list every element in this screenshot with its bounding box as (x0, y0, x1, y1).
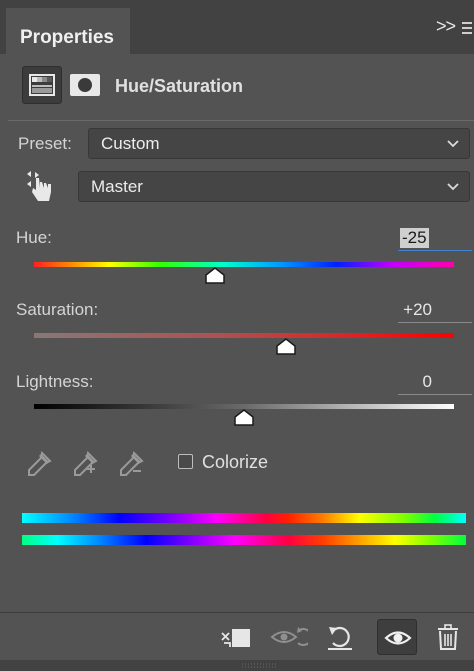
view-previous-state-button[interactable] (268, 619, 313, 655)
adjustment-title: Hue/Saturation (115, 76, 244, 96)
reset-button[interactable] (320, 619, 360, 655)
delete-icon (438, 624, 458, 650)
properties-panel: Properties >> Hue/Saturation Preset: Cus… (0, 0, 474, 671)
preset-dropdown[interactable]: Custom (88, 128, 470, 159)
lightness-slider-thumb[interactable] (233, 409, 255, 427)
panel-tab-bar: Properties >> (0, 0, 474, 54)
hue-slider-track[interactable] (34, 262, 454, 267)
saturation-value: +20 (403, 300, 432, 319)
lightness-value: 0 (422, 372, 432, 391)
collapse-panel-button[interactable]: >> (436, 16, 456, 37)
lightness-value-field[interactable]: 0 (398, 368, 472, 395)
clip-to-layer-button[interactable] (216, 619, 256, 655)
tab-properties-label: Properties (20, 27, 114, 48)
panel-footer (0, 612, 474, 660)
resize-grip-icon[interactable] (240, 663, 280, 668)
hue-value-field[interactable]: -25 (398, 224, 472, 251)
adjustment-layer-button[interactable] (22, 66, 62, 104)
lightness-label: Lightness: (16, 372, 94, 391)
header-divider (8, 120, 474, 121)
hue-saturation-icon (29, 74, 55, 96)
panel-menu-icon[interactable] (462, 22, 472, 36)
preset-label: Preset: (18, 134, 72, 153)
input-spectrum-bar (22, 513, 466, 523)
eyedropper-plus-icon[interactable] (70, 449, 100, 479)
saturation-value-field[interactable]: +20 (398, 296, 472, 323)
preset-value: Custom (101, 134, 160, 153)
saturation-slider-track[interactable] (34, 333, 454, 338)
panel-bottom-strip (0, 660, 474, 671)
layer-mask-icon (70, 74, 100, 96)
delete-button[interactable] (428, 619, 468, 655)
reset-icon (328, 626, 352, 650)
channel-value: Master (91, 177, 143, 196)
eyedropper-icon[interactable] (24, 449, 54, 479)
targeted-adjustment-hand-icon[interactable] (24, 170, 54, 204)
clip-to-layer-icon (221, 629, 250, 647)
colorize-label: Colorize (202, 452, 269, 472)
view-previous-state-icon (270, 627, 313, 646)
tab-properties[interactable]: Properties (6, 8, 130, 54)
eyedropper-minus-icon[interactable] (116, 449, 146, 479)
hue-slider-thumb[interactable] (204, 267, 226, 285)
saturation-label: Saturation: (16, 300, 99, 319)
hue-value: -25 (400, 228, 429, 248)
toggle-visibility-icon (384, 631, 412, 645)
toggle-visibility-button[interactable] (377, 619, 417, 655)
chevron-down-icon (447, 140, 459, 148)
channel-dropdown[interactable]: Master (78, 171, 470, 202)
hue-label: Hue: (16, 228, 52, 247)
colorize-checkbox[interactable] (178, 454, 193, 469)
chevron-down-icon (447, 183, 459, 191)
saturation-slider-thumb[interactable] (275, 338, 297, 356)
layer-mask-button[interactable] (68, 70, 102, 100)
output-spectrum-bar (22, 535, 466, 545)
